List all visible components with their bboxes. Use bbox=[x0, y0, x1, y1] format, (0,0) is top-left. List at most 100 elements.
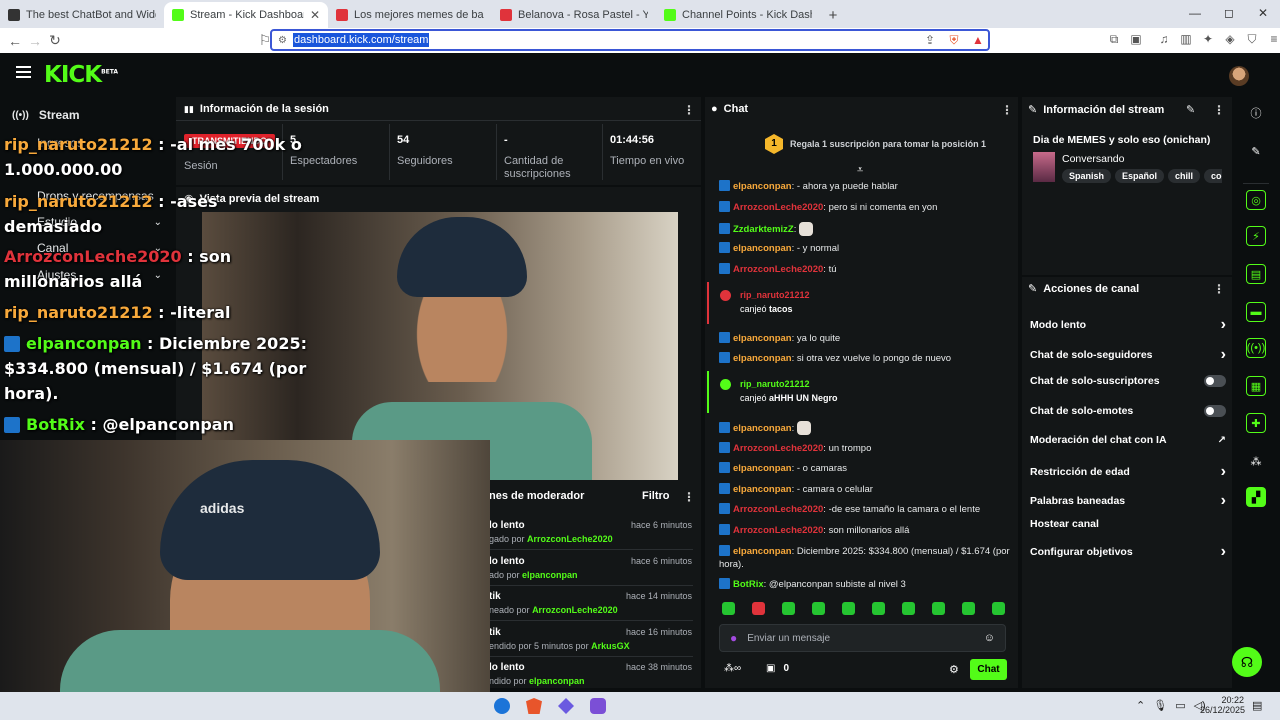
stream-tag[interactable]: Español bbox=[1115, 169, 1165, 183]
brave-rewards-icon[interactable]: ▲ bbox=[968, 33, 988, 47]
app-icon[interactable] bbox=[558, 698, 574, 714]
site-info-icon[interactable]: ⚙ bbox=[278, 35, 287, 46]
redeem-username[interactable]: rip_naruto21212 bbox=[740, 379, 810, 389]
clip-icon[interactable]: ◎ bbox=[1246, 190, 1266, 210]
emote-button[interactable] bbox=[752, 602, 765, 615]
mod-filter-button[interactable]: Filtro bbox=[642, 490, 670, 502]
forward-icon[interactable]: → bbox=[25, 33, 45, 49]
maximize-button[interactable]: ◻ bbox=[1212, 0, 1246, 28]
stream-tag[interactable]: convers bbox=[1204, 169, 1222, 183]
sidebar-icon[interactable]: ▥ bbox=[1176, 32, 1196, 47]
share-icon[interactable]: ⇪ bbox=[920, 33, 940, 47]
brave-shield-icon[interactable]: ⛨ bbox=[944, 33, 964, 48]
emote-button[interactable] bbox=[872, 602, 885, 615]
minimize-button[interactable]: — bbox=[1178, 0, 1212, 28]
info-icon[interactable]: ⓘ bbox=[1246, 103, 1266, 123]
chat-username[interactable]: elpanconpan bbox=[733, 353, 792, 364]
mod-action-user[interactable]: ArrozconLeche2020 bbox=[532, 605, 618, 615]
channel-action-6[interactable]: Palabras baneadas › bbox=[1030, 492, 1226, 510]
toggle-switch[interactable] bbox=[1204, 405, 1226, 417]
microphone-icon[interactable]: ● bbox=[730, 631, 737, 645]
wallet-icon[interactable]: ▣ bbox=[1126, 32, 1146, 47]
browser-tab[interactable]: The best ChatBot and Widgets for K bbox=[0, 2, 164, 28]
emote-button[interactable] bbox=[992, 602, 1005, 615]
chat-username[interactable]: elpanconpan bbox=[733, 423, 792, 434]
channel-action-8[interactable]: Configurar objetivos › bbox=[1030, 543, 1226, 561]
points-rail-icon[interactable]: ⁂ bbox=[1246, 451, 1266, 471]
emote-button[interactable] bbox=[842, 602, 855, 615]
channel-action-4[interactable]: Moderación del chat con IA ↗ bbox=[1030, 434, 1226, 446]
network-icon[interactable]: ▭ bbox=[1175, 699, 1185, 712]
hamburger-menu-icon[interactable] bbox=[16, 66, 31, 78]
channel-action-0[interactable]: Modo lento › bbox=[1030, 316, 1226, 334]
browser-tab[interactable]: Los mejores memes de baki parte 27 bbox=[328, 2, 492, 28]
channel-action-1[interactable]: Chat de solo-seguidores › bbox=[1030, 346, 1226, 364]
brave-icon[interactable] bbox=[526, 698, 542, 714]
chat-username[interactable]: elpanconpan bbox=[733, 243, 792, 254]
shield-icon[interactable]: ⛉ bbox=[1242, 32, 1262, 47]
chat-username[interactable]: ArrozconLeche2020 bbox=[733, 525, 823, 536]
extensions-icon[interactable]: ⧉ bbox=[1104, 32, 1124, 47]
chat-username[interactable]: ArrozconLeche2020 bbox=[733, 202, 823, 213]
emote-button[interactable] bbox=[782, 602, 795, 615]
emote-button[interactable] bbox=[812, 602, 825, 615]
help-headset-icon[interactable]: ☊ bbox=[1232, 647, 1262, 677]
chat-username[interactable]: ArrozconLeche2020 bbox=[733, 264, 823, 275]
reload-icon[interactable]: ↻ bbox=[45, 32, 65, 49]
channel-actions-menu-icon[interactable]: ⋮ bbox=[1213, 282, 1225, 296]
chat-menu-icon[interactable]: ⋮ bbox=[1001, 103, 1013, 117]
gift-sub-prompt[interactable]: Regala 1 suscripción para tomar la posic… bbox=[790, 139, 986, 149]
pinned-toggle-icon[interactable]: ⩡ bbox=[857, 164, 863, 177]
edge-icon[interactable] bbox=[494, 698, 510, 714]
edit-stream-icon[interactable]: ✎ bbox=[1186, 103, 1195, 116]
broadcast-icon[interactable]: ((•)) bbox=[1246, 338, 1266, 358]
chat-username[interactable]: ArrozconLeche2020 bbox=[733, 443, 823, 454]
vpn-icon[interactable]: ◈ bbox=[1220, 32, 1240, 47]
mod-action-user[interactable]: elpanconpan bbox=[522, 570, 578, 580]
chat-username[interactable]: elpanconpan bbox=[733, 181, 792, 192]
chat-username[interactable]: ArrozconLeche2020 bbox=[733, 504, 823, 515]
chat-username[interactable]: elpanconpan bbox=[733, 546, 792, 557]
chat-username[interactable]: elpanconpan bbox=[733, 484, 792, 495]
emoji-icon[interactable]: ☺ bbox=[984, 632, 995, 644]
notes-icon[interactable]: ▤ bbox=[1246, 264, 1266, 284]
mod-action-user[interactable]: elpanconpan bbox=[529, 676, 585, 686]
browser-tab[interactable]: Channel Points - Kick Dashboard bbox=[656, 2, 820, 28]
tab-close-icon[interactable]: ✕ bbox=[310, 8, 320, 22]
media-icon[interactable]: ♫ bbox=[1154, 32, 1174, 47]
send-chat-button[interactable]: Chat bbox=[970, 659, 1007, 680]
redeem-username[interactable]: rip_naruto21212 bbox=[740, 290, 810, 300]
stream-tag[interactable]: Spanish bbox=[1062, 169, 1112, 183]
chat-settings-icon[interactable]: ⚙ bbox=[949, 663, 959, 676]
tools-icon[interactable]: ✚ bbox=[1246, 413, 1266, 433]
chat-username[interactable]: elpanconpan bbox=[733, 463, 792, 474]
mod-menu-icon[interactable]: ⋮ bbox=[683, 490, 695, 504]
chat-input[interactable]: ● Enviar un mensaje ☺ bbox=[719, 624, 1006, 652]
emote-button[interactable] bbox=[962, 602, 975, 615]
stream-tag[interactable]: chill bbox=[1168, 169, 1201, 183]
user-avatar[interactable] bbox=[1229, 66, 1249, 86]
emote-button[interactable] bbox=[902, 602, 915, 615]
emote-button[interactable] bbox=[722, 602, 735, 615]
clapper-icon[interactable]: ▞ bbox=[1246, 487, 1266, 507]
close-window-button[interactable]: ✕ bbox=[1246, 0, 1280, 28]
session-menu-icon[interactable]: ⋮ bbox=[683, 103, 695, 117]
stream-info-menu-icon[interactable]: ⋮ bbox=[1213, 103, 1225, 117]
mod-action-user[interactable]: ArrozconLeche2020 bbox=[527, 534, 613, 544]
channel-action-2[interactable]: Chat de solo-suscriptores bbox=[1030, 375, 1226, 387]
pen-icon[interactable]: ✎ bbox=[1246, 141, 1266, 161]
stream-category[interactable]: Conversando bbox=[1062, 153, 1124, 165]
browser-tab[interactable]: Belanova - Rosa Pastel - YouTube bbox=[492, 2, 656, 28]
chat-username[interactable]: ZzdarktemizZ bbox=[733, 224, 794, 235]
browser-tab[interactable]: Stream - Kick Dashboard ✕ bbox=[164, 2, 328, 28]
bolt-icon[interactable]: ⚡ bbox=[1246, 226, 1266, 246]
back-icon[interactable]: ← bbox=[5, 33, 25, 49]
toggle-switch[interactable] bbox=[1204, 375, 1226, 387]
tray-chevron-icon[interactable]: ⌃ bbox=[1136, 699, 1145, 712]
clock[interactable]: 20:22 26/12/2025 bbox=[1200, 695, 1245, 715]
chat-username[interactable]: elpanconpan bbox=[733, 333, 792, 344]
channel-action-7[interactable]: Hostear canal bbox=[1030, 518, 1226, 530]
mic-tray-icon[interactable]: 🎙︎ bbox=[1153, 699, 1167, 712]
address-bar[interactable]: ⚙ dashboard.kick.com/stream ⇪ ⛨ ▲ bbox=[270, 29, 990, 51]
channel-action-3[interactable]: Chat de solo-emotes bbox=[1030, 405, 1226, 417]
